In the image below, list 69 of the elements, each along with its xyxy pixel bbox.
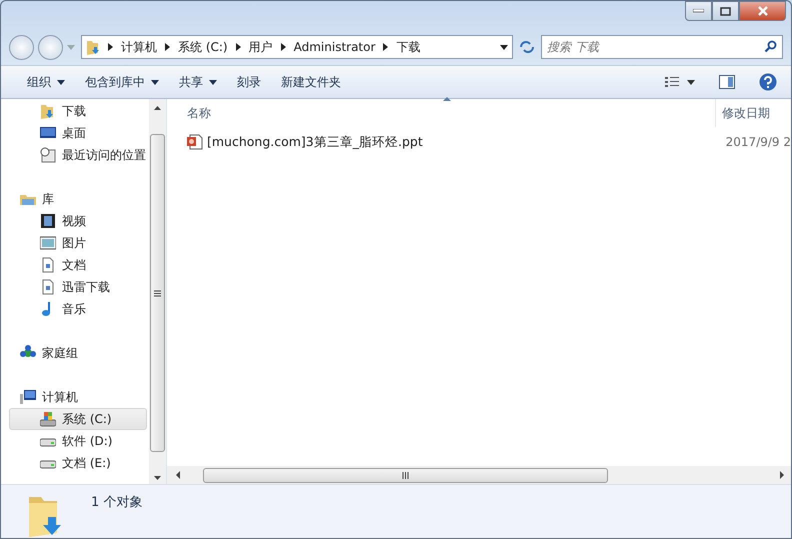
minimize-icon: [693, 9, 704, 13]
refresh-icon[interactable]: [519, 40, 535, 54]
caret-icon: [687, 80, 695, 84]
chevron-icon: [383, 43, 388, 51]
folder-icon: [86, 39, 100, 55]
scroll-right-icon[interactable]: [777, 470, 787, 480]
document-icon: [40, 257, 56, 273]
nav-item[interactable]: 文档 (E:): [9, 452, 147, 474]
nav-item[interactable]: 桌面: [9, 122, 147, 144]
nav-item[interactable]: 下载: [9, 100, 147, 122]
file-name[interactable]: [muchong.com]3第三章_脂环烃.ppt: [206, 132, 719, 152]
filmstrip-icon: [40, 213, 56, 229]
nav-item[interactable]: 迅雷下载: [9, 276, 147, 298]
downloads-folder-icon: [40, 103, 56, 119]
breadcrumb-item[interactable]: 系统 (C:): [178, 38, 228, 56]
back-button[interactable]: [9, 34, 34, 60]
sort-arrow-icon[interactable]: [443, 97, 451, 101]
nav-item[interactable]: 最近访问的位置: [9, 144, 147, 166]
preview-pane-icon[interactable]: [719, 75, 735, 89]
toolbar-button[interactable]: 刻录: [227, 69, 271, 95]
scrollbar-thumb[interactable]: [150, 134, 165, 452]
chevron-icon: [108, 43, 113, 51]
view-button[interactable]: [665, 76, 695, 88]
chevron-icon: [236, 43, 241, 51]
breadcrumb-item[interactable]: Administrator: [294, 38, 376, 56]
search-field[interactable]: 搜索 下载: [541, 35, 783, 59]
help-icon[interactable]: [759, 73, 777, 91]
close-button[interactable]: [739, 1, 786, 21]
maximize-button[interactable]: [712, 1, 739, 21]
toolbar-button[interactable]: 包含到库中: [75, 69, 169, 95]
toolbar-button[interactable]: 新建文件夹: [271, 69, 351, 95]
scrollbar-thumb[interactable]: [203, 468, 608, 482]
document-icon: [40, 279, 56, 295]
toolbar-button[interactable]: 组织: [17, 69, 75, 95]
forward-button[interactable]: [38, 34, 63, 60]
close-icon: [756, 6, 768, 16]
list-view-icon: [665, 76, 679, 88]
column-header[interactable]: 名称: [187, 104, 715, 122]
presentation-file-icon: [187, 134, 203, 150]
recent-places-icon: [40, 147, 56, 163]
computer-icon: [20, 389, 36, 405]
nav-item[interactable]: 图片: [9, 232, 147, 254]
minimize-button[interactable]: [685, 1, 712, 21]
maximize-icon: [720, 6, 731, 16]
column-header[interactable]: 修改日期: [722, 104, 770, 122]
toolbar-button[interactable]: 共享: [169, 69, 227, 95]
breadcrumb-item[interactable]: 用户: [248, 38, 273, 56]
nav-item[interactable]: 家庭组: [9, 342, 147, 364]
caret-icon: [57, 80, 65, 84]
breadcrumb-item[interactable]: 下载: [396, 38, 420, 56]
item-count: 1 个对象: [91, 494, 142, 512]
dropdown-icon[interactable]: [500, 44, 508, 50]
nav-item[interactable]: 计算机: [9, 386, 147, 408]
nav-item[interactable]: 视频: [9, 210, 147, 232]
nav-item[interactable]: 文档: [9, 254, 147, 276]
file-date: 2017/9/9 2: [726, 134, 791, 151]
chevron-icon: [165, 43, 170, 51]
nav-item[interactable]: 系统 (C:): [9, 408, 147, 430]
nav-item[interactable]: 音乐: [9, 298, 147, 320]
caret-icon: [151, 80, 159, 84]
search-icon: [764, 40, 777, 53]
caret-icon: [209, 80, 217, 84]
picture-icon: [40, 235, 56, 251]
breadcrumb-item[interactable]: 计算机: [121, 38, 157, 56]
nav-item[interactable]: 库: [9, 188, 147, 210]
chevron-icon: [280, 43, 286, 51]
drive-icon: [40, 411, 56, 427]
nav-item[interactable]: 软件 (D:): [9, 430, 147, 452]
desktop-icon: [40, 125, 56, 141]
